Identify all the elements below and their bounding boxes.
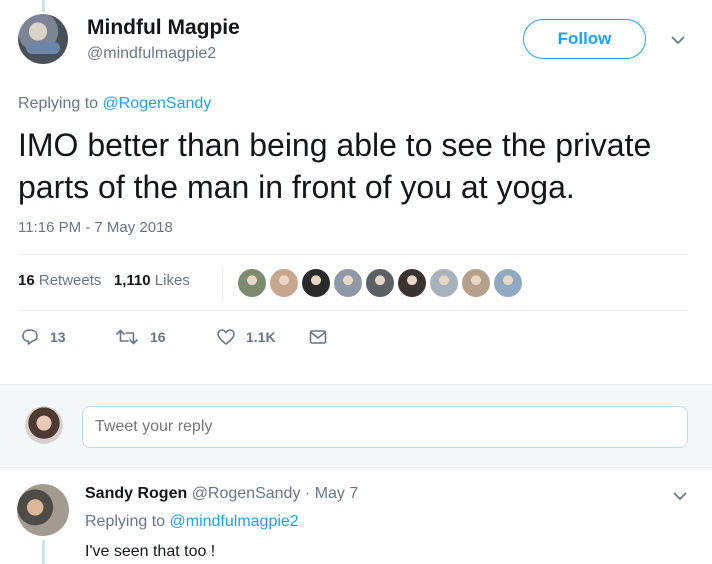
reply-date[interactable]: May 7 xyxy=(315,485,359,502)
liker-avatar[interactable] xyxy=(236,267,268,299)
liker-avatar[interactable] xyxy=(492,267,524,299)
reply-header: Sandy Rogen @RogenSandy · May 7 xyxy=(85,485,358,503)
retweets-stat[interactable]: 16 Retweets xyxy=(18,272,101,289)
like-action[interactable]: 1.1K xyxy=(216,327,276,347)
tweet-text-line-1: IMO better than being able to see the pr… xyxy=(18,127,652,163)
tweet-text: IMO better than being able to see the pr… xyxy=(18,124,698,208)
divider-top xyxy=(18,254,688,255)
follow-button[interactable]: Follow xyxy=(523,19,646,59)
reply-replying-to: Replying to @mindfulmagpie2 xyxy=(85,513,299,531)
reply-count: 13 xyxy=(50,329,66,345)
reply-author-name[interactable]: Sandy Rogen xyxy=(85,485,187,502)
stats-separator xyxy=(222,266,223,302)
retweet-icon xyxy=(116,329,138,345)
reply-replying-mention[interactable]: @mindfulmagpie2 xyxy=(170,513,299,530)
viewer-avatar xyxy=(25,406,63,444)
replying-to-prefix: Replying to xyxy=(18,95,99,112)
reply-separator: · xyxy=(304,485,311,502)
like-count: 1.1K xyxy=(246,329,276,345)
envelope-icon xyxy=(309,330,327,344)
likes-label: Likes xyxy=(154,272,190,289)
liker-avatar[interactable] xyxy=(460,267,492,299)
liker-avatar[interactable] xyxy=(396,267,428,299)
liker-avatar[interactable] xyxy=(364,267,396,299)
liker-avatar[interactable] xyxy=(332,267,364,299)
reply-author-avatar[interactable] xyxy=(17,484,69,536)
liker-avatar[interactable] xyxy=(300,267,332,299)
thread-line-top xyxy=(42,0,45,12)
reply-text: I've seen that too ! xyxy=(85,543,216,560)
tweet-stats: 16 Retweets 1,110 Likes xyxy=(18,272,190,289)
likes-count: 1,110 xyxy=(113,272,151,289)
liker-avatar[interactable] xyxy=(428,267,460,299)
replying-to: Replying to @RogenSandy xyxy=(18,95,211,113)
reply-action[interactable]: 13 xyxy=(20,327,66,347)
retweets-count: 16 xyxy=(18,272,35,289)
retweet-count: 16 xyxy=(150,329,166,345)
reply-author-handle[interactable]: @RogenSandy xyxy=(192,485,301,502)
tweet-text-line-2: parts of the man in front of you at yoga… xyxy=(18,169,575,205)
direct-message-action[interactable] xyxy=(308,327,338,347)
tweet-reply-input[interactable] xyxy=(82,406,688,448)
author-name[interactable]: Mindful Magpie xyxy=(87,16,240,40)
reply-replying-prefix: Replying to xyxy=(85,513,166,530)
heart-icon xyxy=(217,329,235,345)
reply-icon xyxy=(22,329,38,345)
follow-button-label: Follow xyxy=(557,29,612,48)
divider-middle xyxy=(18,310,688,311)
chevron-down-icon[interactable] xyxy=(670,35,686,45)
tweet-timestamp[interactable]: 11:16 PM - 7 May 2018 xyxy=(18,219,173,236)
thread-line-bottom xyxy=(42,540,45,564)
author-avatar[interactable] xyxy=(18,14,68,64)
retweets-label: Retweets xyxy=(38,272,102,289)
retweet-action[interactable]: 16 xyxy=(114,327,166,347)
replying-to-mention[interactable]: @RogenSandy xyxy=(103,95,212,112)
author-handle[interactable]: @mindfulmagpie2 xyxy=(87,45,216,63)
likes-stat[interactable]: 1,110 Likes xyxy=(114,272,190,289)
liker-avatar[interactable] xyxy=(268,267,300,299)
reply-chevron-down-icon[interactable] xyxy=(672,491,688,501)
